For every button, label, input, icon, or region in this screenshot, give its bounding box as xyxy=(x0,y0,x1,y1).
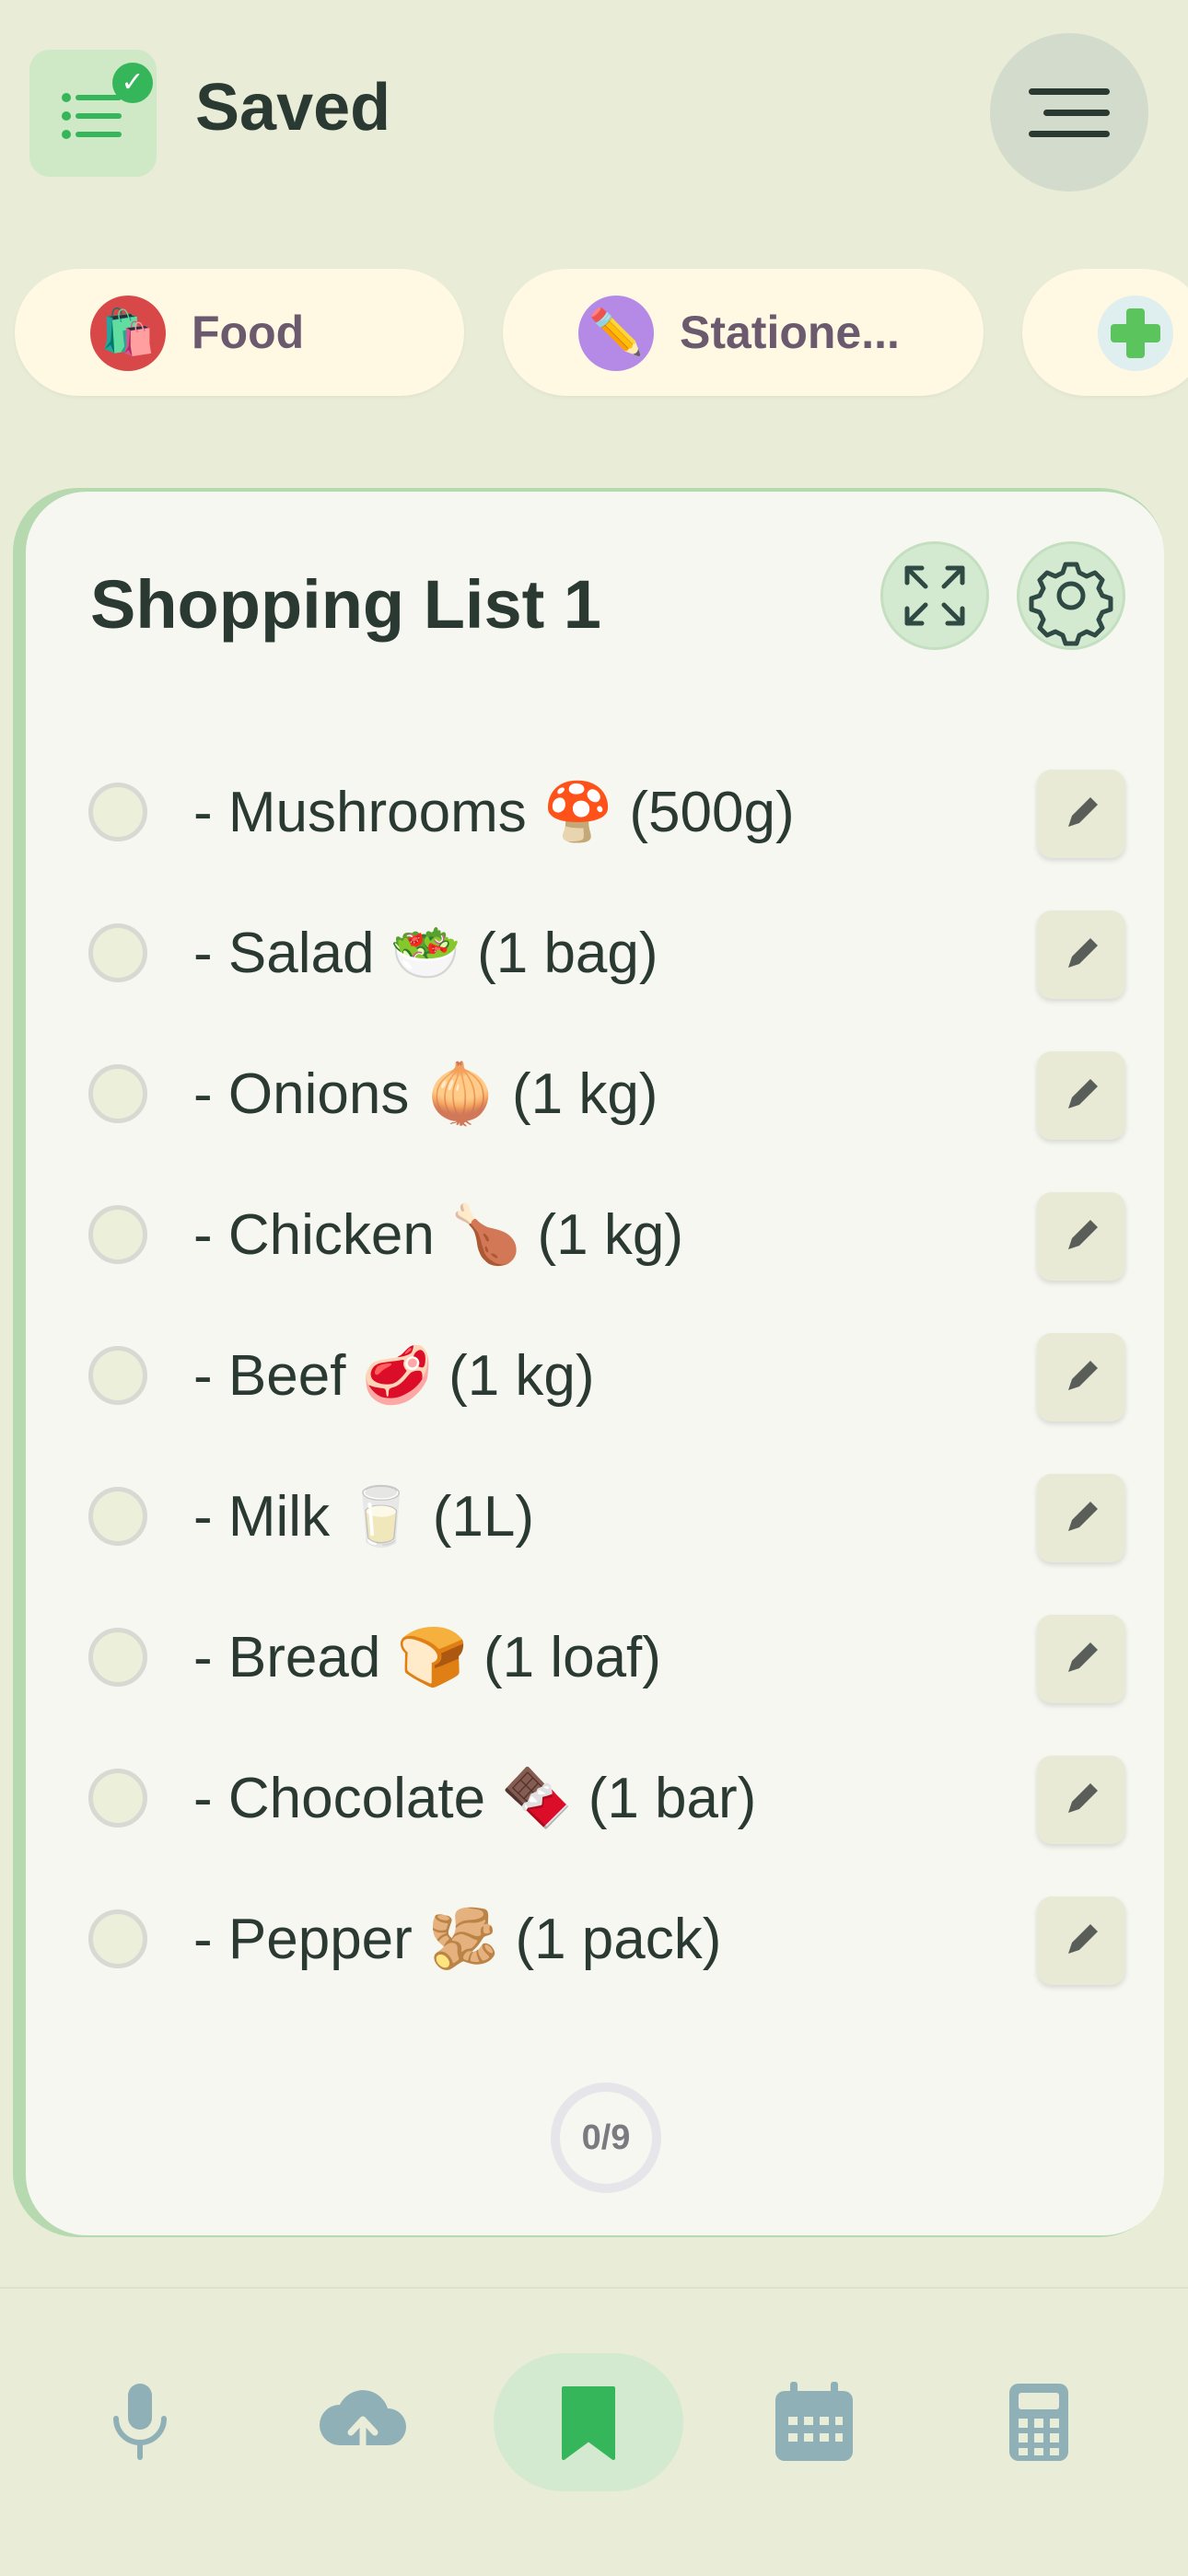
category-chips: 🛍️ Food ✏️ Statione... xyxy=(0,269,1188,398)
list-check-icon xyxy=(62,93,122,139)
item-text: - Milk 🥛 (1L) xyxy=(193,1485,534,1549)
category-label: Food xyxy=(192,307,305,358)
edit-item-button[interactable] xyxy=(1037,1474,1125,1562)
nav-saved[interactable] xyxy=(494,2353,683,2491)
item-checkbox[interactable] xyxy=(88,1909,147,1968)
add-category-chip[interactable] xyxy=(1022,269,1188,396)
check-badge-icon: ✓ xyxy=(112,63,153,103)
item-checkbox[interactable] xyxy=(88,1769,147,1828)
edit-item-button[interactable] xyxy=(1037,1333,1125,1421)
bottom-navigation xyxy=(0,2287,1188,2576)
item-checkbox[interactable] xyxy=(88,923,147,982)
item-checkbox[interactable] xyxy=(88,1064,147,1123)
item-checkbox[interactable] xyxy=(88,1346,147,1405)
list-item: - Milk 🥛 (1L) xyxy=(26,1446,1164,1587)
edit-item-button[interactable] xyxy=(1037,1192,1125,1281)
calendar-icon xyxy=(775,2382,853,2461)
item-text: - Onions 🧅 (1 kg) xyxy=(193,1062,658,1126)
shopping-list-card: Shopping List 1 - Mushrooms 🍄 (500g) - S… xyxy=(13,488,1164,2237)
pencil-edit-icon xyxy=(1068,1361,1098,1390)
pencil-edit-icon xyxy=(1068,1220,1098,1249)
item-text: - Mushrooms 🍄 (500g) xyxy=(193,781,795,844)
pencil-edit-icon xyxy=(1068,1924,1098,1954)
pencil-edit-icon xyxy=(1068,1502,1098,1531)
list-item: - Pepper 🫚 (1 pack) xyxy=(26,1869,1164,2010)
edit-item-button[interactable] xyxy=(1037,1615,1125,1703)
list-item: - Chicken 🍗 (1 kg) xyxy=(26,1165,1164,1305)
nav-voice[interactable] xyxy=(48,2353,232,2491)
item-text: - Chicken 🍗 (1 kg) xyxy=(193,1203,683,1267)
nav-upload[interactable] xyxy=(271,2353,455,2491)
item-text: - Pepper 🫚 (1 pack) xyxy=(193,1908,722,1971)
item-text: - Chocolate 🍫 (1 bar) xyxy=(193,1767,757,1830)
pencil-edit-icon xyxy=(1068,1079,1098,1108)
progress-counter: 0/9 xyxy=(551,2083,661,2193)
hamburger-menu-icon xyxy=(1029,88,1110,95)
hamburger-menu-icon-bar xyxy=(1043,110,1110,116)
grocery-bag-icon: 🛍️ xyxy=(90,296,166,371)
pencil-edit-icon xyxy=(1068,1783,1098,1813)
item-text: - Bread 🍞 (1 loaf) xyxy=(193,1626,661,1689)
list-item: - Chocolate 🍫 (1 bar) xyxy=(26,1728,1164,1869)
list-item: - Onions 🧅 (1 kg) xyxy=(26,1024,1164,1165)
app-header: ✓ Saved xyxy=(0,0,1188,230)
expand-icon xyxy=(904,565,965,626)
gear-icon xyxy=(1029,562,1113,646)
edit-item-button[interactable] xyxy=(1037,1756,1125,1844)
pencil-edit-icon xyxy=(1068,797,1098,827)
pencil-icon: ✏️ xyxy=(578,296,654,371)
nav-calendar[interactable] xyxy=(722,2353,906,2491)
list-item: - Mushrooms 🍄 (500g) xyxy=(26,742,1164,883)
edit-item-button[interactable] xyxy=(1037,770,1125,858)
category-label: Statione... xyxy=(680,307,900,358)
list-item: - Beef 🥩 (1 kg) xyxy=(26,1305,1164,1446)
add-icon xyxy=(1098,296,1173,371)
menu-button[interactable] xyxy=(990,33,1148,191)
edit-item-button[interactable] xyxy=(1037,1051,1125,1140)
list-item: - Salad 🥗 (1 bag) xyxy=(26,883,1164,1024)
calculator-icon xyxy=(1009,2384,1068,2461)
hamburger-menu-icon-bar xyxy=(1029,131,1110,137)
item-text: - Beef 🥩 (1 kg) xyxy=(193,1344,595,1408)
item-checkbox[interactable] xyxy=(88,1205,147,1264)
item-checkbox[interactable] xyxy=(88,783,147,841)
cloud-upload-icon xyxy=(320,2390,406,2462)
item-checkbox[interactable] xyxy=(88,1487,147,1546)
pencil-edit-icon xyxy=(1068,938,1098,968)
card-body: Shopping List 1 - Mushrooms 🍄 (500g) - S… xyxy=(26,492,1164,2235)
category-chip-stationery[interactable]: ✏️ Statione... xyxy=(503,269,984,396)
pencil-edit-icon xyxy=(1068,1642,1098,1672)
expand-button[interactable] xyxy=(880,541,989,650)
nav-calculator[interactable] xyxy=(947,2353,1131,2491)
category-chip-food[interactable]: 🛍️ Food xyxy=(15,269,464,396)
list-item: - Bread 🍞 (1 loaf) xyxy=(26,1587,1164,1728)
item-text: - Salad 🥗 (1 bag) xyxy=(193,922,658,985)
item-checkbox[interactable] xyxy=(88,1628,147,1687)
edit-item-button[interactable] xyxy=(1037,1897,1125,1985)
page-title: Saved xyxy=(195,71,391,145)
microphone-icon xyxy=(113,2384,167,2460)
bookmark-icon xyxy=(562,2386,615,2460)
list-title: Shopping List 1 xyxy=(90,566,601,643)
settings-button[interactable] xyxy=(1017,541,1125,650)
edit-item-button[interactable] xyxy=(1037,911,1125,999)
app-logo: ✓ xyxy=(29,50,157,177)
